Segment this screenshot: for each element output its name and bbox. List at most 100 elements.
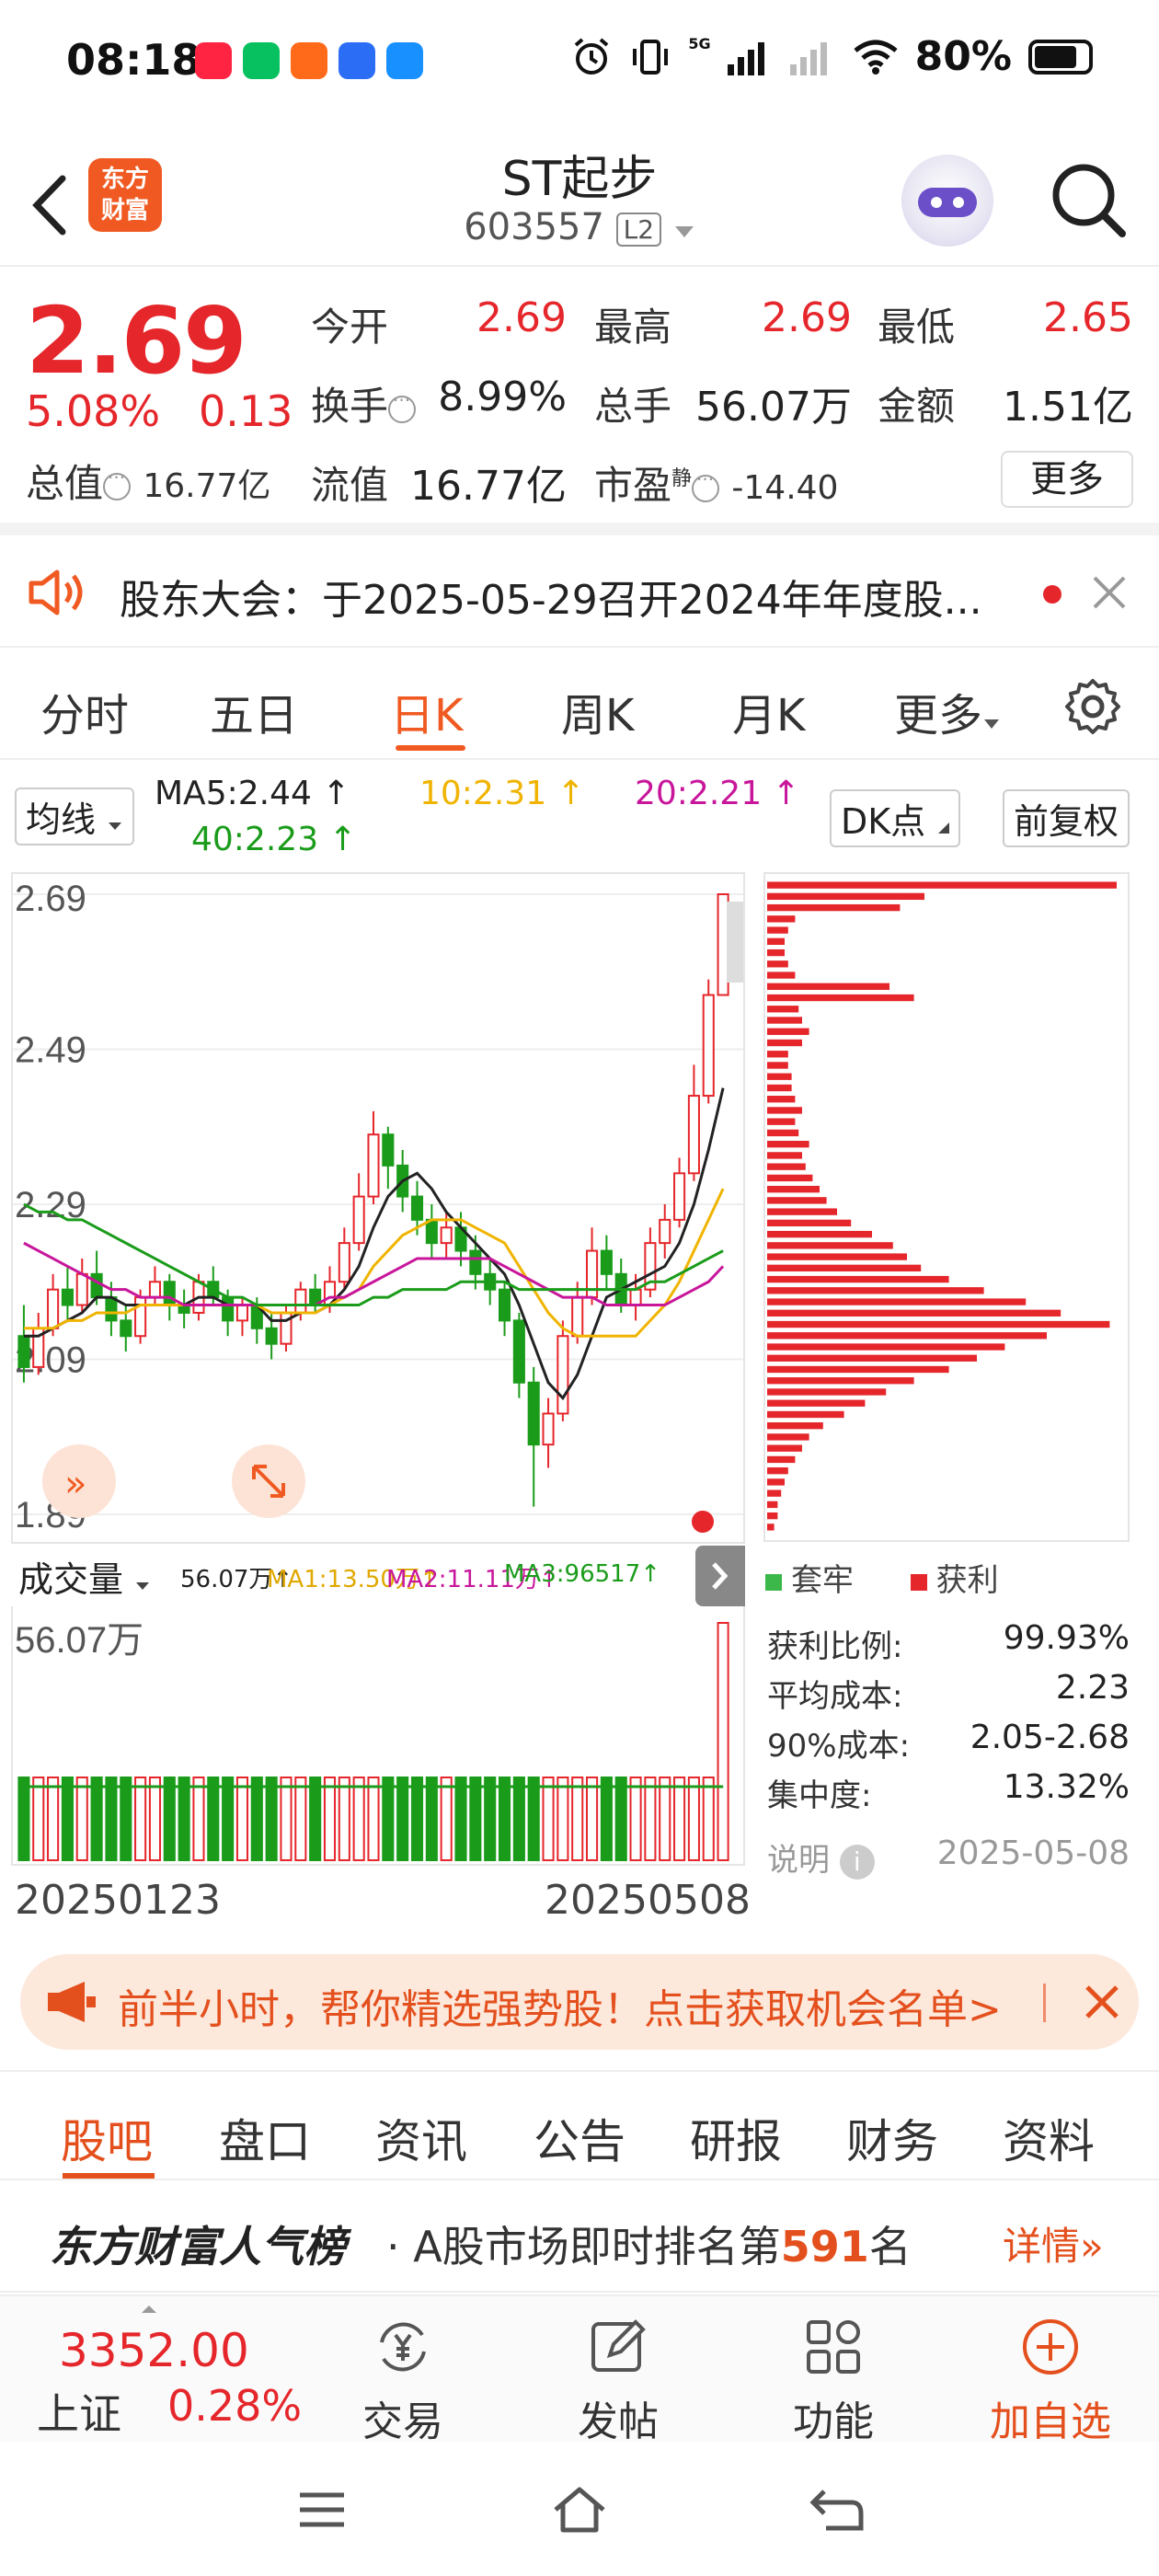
volume-bar bbox=[265, 1777, 278, 1861]
candle-body bbox=[75, 1272, 88, 1306]
baidu-icon bbox=[339, 42, 375, 79]
chip-bar bbox=[767, 1185, 820, 1193]
avg-cost-value: 2.23 bbox=[1055, 1669, 1130, 1707]
chip-bar bbox=[767, 1422, 823, 1430]
chip-bar bbox=[767, 926, 788, 934]
profit-label: 获利 bbox=[935, 1562, 999, 1599]
menu-icon[interactable] bbox=[293, 2484, 351, 2536]
volume-bar bbox=[61, 1777, 74, 1861]
chip-bar bbox=[767, 1298, 1027, 1305]
volume-bar bbox=[498, 1777, 511, 1861]
volume-bar bbox=[440, 1777, 453, 1861]
volume-bar bbox=[309, 1777, 322, 1861]
close-icon[interactable] bbox=[1082, 1982, 1122, 2022]
volume-bar bbox=[382, 1777, 395, 1861]
add-watchlist-button[interactable]: 加自选 bbox=[977, 2315, 1124, 2445]
volume-bar bbox=[586, 1777, 599, 1861]
scroll-thumb bbox=[727, 902, 743, 983]
tab-order-book[interactable]: 盘口 bbox=[219, 2105, 311, 2171]
post-button[interactable]: 发帖 bbox=[545, 2315, 692, 2445]
info-icon[interactable] bbox=[103, 466, 132, 500]
search-icon[interactable] bbox=[1047, 158, 1130, 241]
tab-research[interactable]: 研报 bbox=[690, 2105, 782, 2171]
volume-bar bbox=[90, 1777, 103, 1861]
close-icon[interactable] bbox=[1091, 574, 1128, 611]
info-icon[interactable] bbox=[692, 468, 720, 502]
chip-bar bbox=[767, 1512, 778, 1520]
candle-body bbox=[222, 1296, 235, 1322]
pe-label-text: 市盈 bbox=[594, 463, 672, 508]
tab-news[interactable]: 资讯 bbox=[375, 2105, 467, 2171]
rank-detail-link[interactable]: 详情» bbox=[1003, 2215, 1104, 2271]
ma10-value: 10:2.31 ↑ bbox=[419, 775, 585, 812]
chip-bar bbox=[767, 1006, 799, 1013]
indicator-selector[interactable]: 均线 bbox=[15, 788, 135, 845]
chip-bar bbox=[767, 1242, 893, 1249]
price-adjust-selector[interactable]: 前复权 bbox=[1003, 789, 1130, 847]
trade-label: 交易 bbox=[362, 2398, 443, 2445]
turnover-label-text: 换手 bbox=[311, 384, 389, 429]
robot-assistant-avatar[interactable] bbox=[901, 155, 993, 247]
tab-financials[interactable]: 财务 bbox=[846, 2105, 938, 2171]
info-icon[interactable] bbox=[388, 389, 417, 423]
content-tabs: 股吧 盘口 资讯 公告 研报 财务 资料 bbox=[0, 2070, 1159, 2180]
tab-intraday[interactable]: 分时 bbox=[40, 679, 129, 743]
promo-banner[interactable]: 前半小时，帮你精选强势股！点击获取机会名单> bbox=[20, 1954, 1139, 2050]
ma20-text: 20:2.21 bbox=[635, 775, 763, 812]
corner-triangle-icon bbox=[938, 822, 950, 834]
chip-bar bbox=[767, 1096, 796, 1103]
volume-selector-label: 成交量 bbox=[18, 1559, 124, 1600]
tab-profile[interactable]: 资料 bbox=[1003, 2105, 1095, 2171]
low-value: 2.65 bbox=[1043, 294, 1133, 341]
turnover-label: 换手 bbox=[311, 375, 417, 431]
indicator-selector-label: 均线 bbox=[26, 799, 97, 840]
pe-static-sup: 静 bbox=[671, 467, 693, 490]
tab-forum[interactable]: 股吧 bbox=[61, 2105, 153, 2171]
volume-selector[interactable]: 成交量 bbox=[11, 1551, 159, 1602]
trade-button[interactable]: 交易 bbox=[329, 2315, 476, 2445]
tab-weekly-k[interactable]: 周K bbox=[561, 679, 634, 743]
home-icon[interactable] bbox=[550, 2484, 609, 2536]
dk-point-selector[interactable]: DK点 bbox=[830, 789, 961, 847]
dk-point-label: DK点 bbox=[841, 801, 926, 842]
expand-panel-button[interactable] bbox=[695, 1546, 745, 1606]
tab-daily-k[interactable]: 日K bbox=[390, 679, 463, 743]
candlestick-chart[interactable]: 2.69 2.49 2.29 2.09 1.89» bbox=[11, 872, 745, 1544]
volume-indicator-row: 成交量 56.07万↑ MA1:13.50万↑ MA2:11.11万↑ MA3:… bbox=[0, 1546, 754, 1606]
chevron-down-icon bbox=[136, 1582, 150, 1590]
chip-bar bbox=[767, 960, 788, 968]
chip-distribution-chart[interactable] bbox=[763, 872, 1130, 1542]
volume-bar bbox=[410, 1777, 424, 1861]
unread-dot bbox=[1043, 585, 1061, 604]
chip-bar bbox=[767, 1332, 1047, 1340]
back-icon[interactable] bbox=[808, 2484, 866, 2536]
quote-panel: 2.69 5.08% 0.13 总值 16.77亿 今开 2.69 最高 2.6… bbox=[0, 269, 1159, 535]
tab-more[interactable]: 更多 bbox=[894, 679, 1001, 743]
volume-bar bbox=[250, 1777, 263, 1861]
chip-bar bbox=[767, 1141, 809, 1148]
battery-icon bbox=[1028, 39, 1093, 75]
tab-more-label: 更多 bbox=[894, 690, 983, 742]
volume-chart[interactable]: 56.07万 bbox=[11, 1606, 745, 1866]
chip-bar bbox=[767, 1107, 802, 1114]
ma20-value: 20:2.21 ↑ bbox=[635, 775, 800, 812]
chip-bar bbox=[767, 1084, 792, 1092]
cost-90-value: 2.05-2.68 bbox=[970, 1719, 1130, 1756]
tab-five-day[interactable]: 五日 bbox=[210, 679, 298, 743]
low-label: 最低 bbox=[878, 305, 956, 350]
tab-monthly-k[interactable]: 月K bbox=[732, 679, 805, 743]
functions-button[interactable]: 功能 bbox=[760, 2315, 907, 2445]
gear-icon[interactable] bbox=[1063, 677, 1122, 736]
open-label: 今开 bbox=[311, 305, 389, 350]
popularity-rank-row[interactable]: 东方财富人气榜 · A股市场即时排名第591名 详情» bbox=[0, 2182, 1159, 2293]
more-button[interactable]: 更多 bbox=[1001, 451, 1133, 508]
candle-body bbox=[425, 1218, 438, 1245]
chip-explain[interactable]: 说明 i bbox=[767, 1834, 875, 1880]
candle-body bbox=[571, 1296, 584, 1338]
tab-announcements[interactable]: 公告 bbox=[534, 2105, 625, 2171]
announcement-bar[interactable]: 股东大会：于2025-05-29召开2024年年度股... bbox=[0, 535, 1159, 648]
chip-bar bbox=[767, 1489, 782, 1497]
rank-suffix: 名 bbox=[868, 2222, 912, 2271]
volume-svg: 56.07万 bbox=[15, 1620, 729, 1861]
volume-bar bbox=[614, 1777, 627, 1861]
